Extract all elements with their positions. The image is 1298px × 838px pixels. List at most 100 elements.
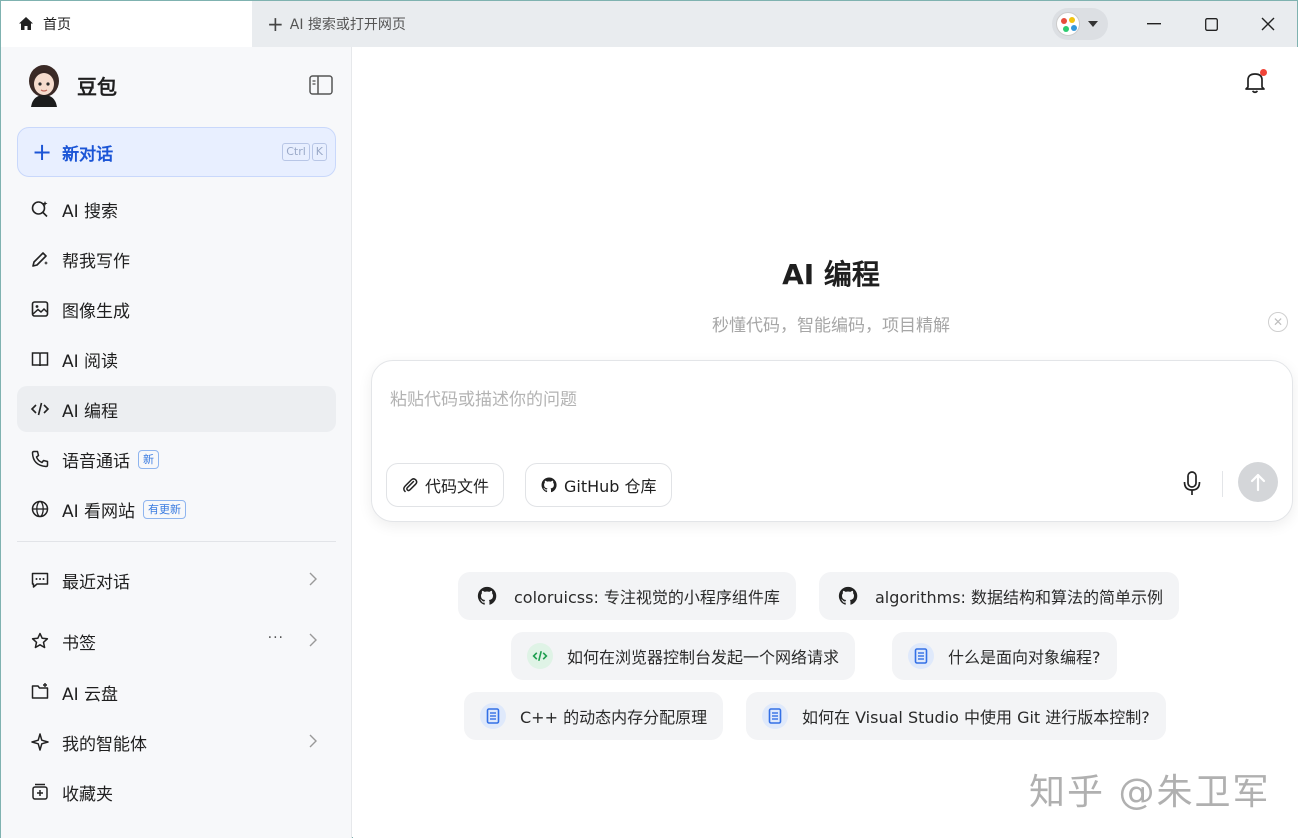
new-tab-label: AI 搜索或打开网页 (289, 17, 406, 33)
brand-name: 豆包 (77, 74, 117, 99)
sidebar-item-label: AI 云盘 (62, 684, 119, 705)
doubao-avatar (25, 63, 63, 107)
home-icon (17, 15, 35, 33)
new-badge: 新 (138, 449, 159, 469)
chevron-down-icon (1088, 21, 1098, 27)
plus-icon: + (267, 12, 284, 36)
search-sparkle-icon (29, 198, 51, 220)
sidebar: 豆包 + 新对话 Ctrl K AI 搜索 帮我写作 图像生成 AI 阅读 AI… (1, 47, 352, 838)
prompt-input-placeholder[interactable]: 粘贴代码或描述你的问题 (390, 385, 577, 410)
sidebar-item-reading[interactable]: AI 阅读 (17, 336, 336, 382)
image-icon (29, 298, 51, 320)
notification-bell-icon[interactable] (1243, 69, 1267, 95)
code-icon (527, 643, 553, 669)
github-icon (540, 476, 558, 494)
suggestion-text: algorithms: 数据结构和算法的简单示例 (875, 588, 1164, 607)
app-window: 首页 + AI 搜索或打开网页 豆包 + 新对话 Ctrl K AI 搜索 帮我… (0, 0, 1298, 838)
sidebar-item-label: 最近对话 (62, 572, 130, 593)
sidebar-item-label: 帮我写作 (62, 251, 130, 272)
folder-plus-icon (29, 681, 51, 703)
suggestion-chip[interactable]: algorithms: 数据结构和算法的简单示例 (819, 572, 1180, 620)
sidebar-item-label: AI 看网站 (62, 501, 136, 522)
sidebar-item-my-agents[interactable]: 我的智能体 (17, 719, 336, 765)
minimize-button[interactable] (1125, 1, 1183, 47)
page-subtitle: 秒懂代码，智能编码，项目精解 (712, 316, 950, 336)
document-icon (908, 643, 934, 669)
sidebar-item-recent-chats[interactable]: 最近对话 (17, 557, 336, 603)
maximize-button[interactable] (1182, 1, 1240, 47)
suggestion-chip[interactable]: coloruicss: 专注视觉的小程序组件库 (458, 572, 796, 620)
sidebar-item-favorites[interactable]: 收藏夹 (17, 769, 336, 815)
sidebar-item-image-gen[interactable]: 图像生成 (17, 286, 336, 332)
sidebar-item-cloud-drive[interactable]: AI 云盘 (17, 669, 336, 715)
sidebar-item-voice-call[interactable]: 语音通话 新 (17, 436, 336, 482)
sidebar-item-label: 收藏夹 (62, 784, 113, 805)
sidebar-item-coding[interactable]: AI 编程 (17, 386, 336, 432)
document-icon (480, 703, 506, 729)
phone-icon (29, 448, 51, 470)
sidebar-toggle-icon[interactable] (309, 75, 333, 95)
notification-dot (1260, 69, 1267, 76)
sidebar-item-label: AI 搜索 (62, 201, 119, 222)
sidebar-item-label: 语音通话 (62, 451, 130, 472)
close-window-button[interactable] (1239, 1, 1297, 47)
kbd-k: K (311, 143, 327, 161)
sidebar-item-label: 我的智能体 (62, 734, 147, 755)
new-tab-button[interactable]: + AI 搜索或打开网页 (267, 1, 406, 47)
sidebar-item-label: AI 阅读 (62, 351, 119, 372)
document-icon (762, 703, 788, 729)
sidebar-divider (17, 541, 336, 542)
arrow-up-icon (1250, 473, 1266, 492)
more-icon[interactable]: ··· (268, 630, 284, 646)
plus-icon: + (32, 138, 53, 166)
close-icon[interactable]: ✕ (1268, 312, 1288, 332)
code-file-button[interactable]: 代码文件 (386, 463, 505, 507)
suggestion-text: coloruicss: 专注视觉的小程序组件库 (514, 588, 780, 607)
book-icon (29, 348, 51, 370)
code-file-label: 代码文件 (425, 477, 490, 496)
suggestion-text: C++ 的动态内存分配原理 (520, 708, 708, 727)
toolbar-separator (1222, 471, 1223, 497)
tab-home[interactable]: 首页 (1, 1, 252, 47)
chevron-right-icon (308, 632, 318, 648)
page-title: AI 编程 (782, 258, 880, 291)
sidebar-item-web-view[interactable]: AI 看网站 有更新 (17, 486, 336, 532)
new-chat-button[interactable]: + 新对话 Ctrl K (17, 127, 336, 177)
profile-avatar (1056, 12, 1080, 36)
sidebar-item-label: 图像生成 (62, 301, 130, 322)
new-chat-label: 新对话 (62, 144, 114, 165)
kbd-ctrl: Ctrl (282, 143, 310, 161)
collection-icon (29, 781, 51, 803)
send-button[interactable] (1238, 462, 1278, 502)
suggestion-chip[interactable]: C++ 的动态内存分配原理 (464, 692, 724, 740)
brand: 豆包 (25, 63, 117, 107)
github-icon (474, 583, 500, 609)
sidebar-item-label: AI 编程 (62, 401, 119, 422)
tab-home-label: 首页 (43, 17, 71, 33)
sparkle-icon (29, 731, 51, 753)
main-content: AI 编程 秒懂代码，智能编码，项目精解 ✕ 粘贴代码或描述你的问题 代码文件 … (353, 47, 1298, 838)
pen-sparkle-icon (29, 248, 51, 270)
sidebar-item-ai-search[interactable]: AI 搜索 (17, 186, 336, 232)
updated-badge: 有更新 (143, 499, 187, 519)
github-repo-label: GitHub 仓库 (564, 477, 657, 496)
suggestion-text: 如何在 Visual Studio 中使用 Git 进行版本控制? (802, 708, 1150, 727)
microphone-icon[interactable] (1180, 469, 1204, 499)
chat-bubble-icon (29, 569, 51, 591)
sidebar-item-writing[interactable]: 帮我写作 (17, 236, 336, 282)
suggestion-chip[interactable]: 如何在 Visual Studio 中使用 Git 进行版本控制? (746, 692, 1166, 740)
chevron-right-icon (308, 571, 318, 587)
prompt-input-box[interactable]: 粘贴代码或描述你的问题 代码文件 GitHub 仓库 (371, 360, 1293, 522)
suggestion-text: 什么是面向对象编程? (948, 648, 1101, 667)
title-bar: 首页 + AI 搜索或打开网页 (1, 1, 1297, 47)
sidebar-item-bookmarks[interactable]: 书签 ··· (17, 618, 336, 664)
watermark: 知乎 @朱卫军 (1029, 772, 1271, 813)
paperclip-icon (401, 476, 419, 494)
suggestion-text: 如何在浏览器控制台发起一个网络请求 (567, 648, 840, 667)
suggestion-chip[interactable]: 如何在浏览器控制台发起一个网络请求 (511, 632, 856, 680)
globe-icon (29, 498, 51, 520)
star-icon (29, 630, 51, 652)
suggestion-chip[interactable]: 什么是面向对象编程? (892, 632, 1117, 680)
github-repo-button[interactable]: GitHub 仓库 (525, 463, 672, 507)
profile-switcher[interactable] (1052, 8, 1108, 40)
